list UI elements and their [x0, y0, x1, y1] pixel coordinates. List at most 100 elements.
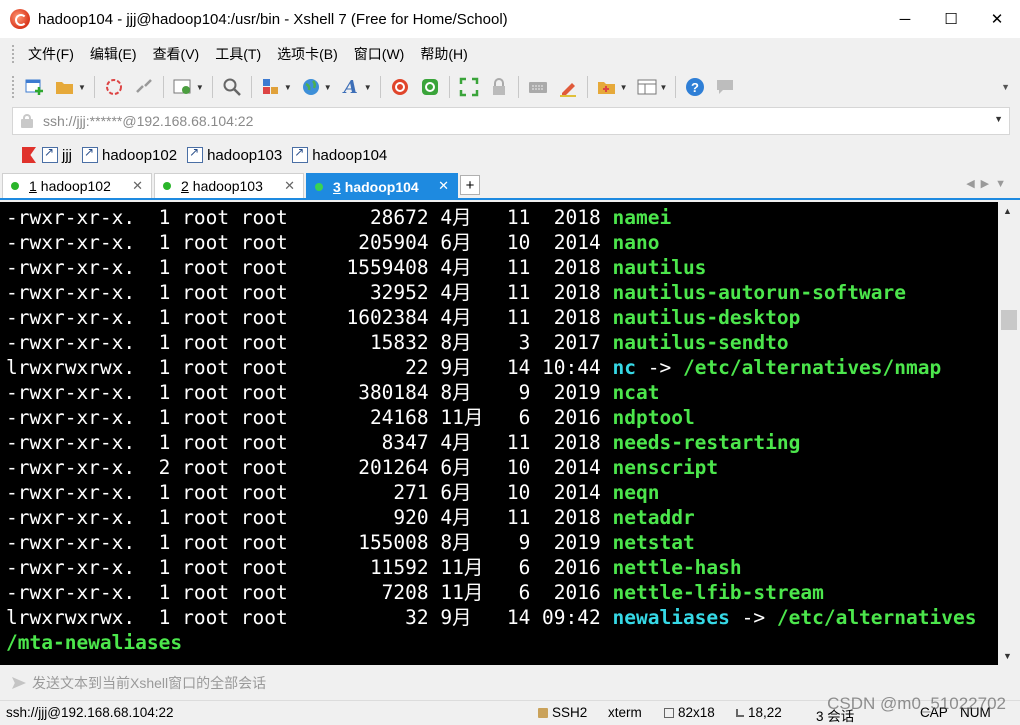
tab-number: 1	[29, 178, 37, 194]
scroll-up-icon[interactable]: ▲	[1003, 206, 1012, 216]
links-bar: jjj hadoop102 hadoop103 hadoop104	[12, 140, 397, 170]
tab-number: 3	[333, 179, 341, 195]
address-dropdown-icon[interactable]: ▼	[994, 114, 1003, 124]
tab-bar: 1 hadoop102 ✕ 2 hadoop103 ✕ 3 hadoop104 …	[0, 173, 1020, 200]
globe-dropdown-icon[interactable]: ▼	[324, 83, 332, 92]
tab-label: hadoop102	[40, 178, 111, 194]
terminal-line: -rwxr-xr-x. 1 root root 920 4月 11 2018 n…	[6, 505, 695, 530]
highlight-icon[interactable]	[557, 76, 579, 98]
file-meta: -rwxr-xr-x. 1 root root 1602384 4月 11 20…	[6, 306, 613, 329]
status-protocol-text: SSH2	[552, 705, 588, 720]
menu-tools[interactable]: 工具(T)	[207, 44, 269, 64]
tab-hadoop103[interactable]: 2 hadoop103 ✕	[154, 173, 304, 198]
keyboard-icon[interactable]	[527, 76, 549, 98]
link-jjj[interactable]: jjj	[42, 145, 72, 164]
file-name: ncat	[612, 381, 660, 404]
menu-window[interactable]: 窗口(W)	[346, 44, 413, 64]
file-meta: -rwxr-xr-x. 1 root root 155008 8月 9 2019	[6, 531, 613, 554]
address-bar[interactable]: ssh://jjj:******@192.168.68.104:22 ▼	[12, 107, 1010, 135]
terminal-line: -rwxr-xr-x. 1 root root 7208 11月 6 2016 …	[6, 580, 824, 605]
file-name: nautilus-desktop	[612, 306, 801, 329]
scroll-thumb[interactable]	[1001, 310, 1017, 330]
font-dropdown-icon[interactable]: ▼	[364, 83, 372, 92]
xftp-icon[interactable]	[419, 76, 441, 98]
status-size-text: 82x18	[678, 705, 715, 720]
symlink-target: /etc/alternatives	[776, 606, 977, 629]
toolbar-grip	[12, 76, 16, 98]
status-terminal-type: xterm	[608, 705, 642, 720]
tab-close-icon[interactable]: ✕	[284, 178, 295, 194]
reconnect-icon[interactable]	[103, 76, 125, 98]
terminal-scrollbar[interactable]: ▲ ▼	[998, 202, 1020, 665]
disconnect-icon[interactable]	[133, 76, 155, 98]
address-input[interactable]: ssh://jjj:******@192.168.68.104:22	[43, 113, 253, 129]
watermark: CSDN @m0_51022702	[827, 694, 1006, 713]
layout-dropdown-icon[interactable]: ▼	[660, 83, 668, 92]
size-icon	[664, 707, 674, 718]
folder-dropdown-icon[interactable]: ▼	[620, 83, 628, 92]
tab-nav-icon[interactable]: ◀▶▼	[966, 177, 1012, 190]
terminal-line: -rwxr-xr-x. 1 root root 32952 4月 11 2018…	[6, 280, 906, 305]
transfer-icon[interactable]	[260, 76, 282, 98]
shortcut-icon	[42, 145, 58, 163]
tab-hadoop102[interactable]: 1 hadoop102 ✕	[2, 173, 152, 198]
new-tab-button[interactable]: +	[460, 175, 480, 195]
file-name: nautilus-sendto	[612, 331, 789, 354]
menu-help[interactable]: 帮助(H)	[412, 44, 475, 64]
close-button[interactable]: ✕	[974, 0, 1020, 38]
properties-dropdown-icon[interactable]: ▼	[196, 83, 204, 92]
status-cursor: 18,22	[736, 705, 782, 720]
svg-text:?: ?	[691, 80, 699, 95]
symlink-target: /etc/alternatives/nmap	[682, 356, 942, 379]
menu-view[interactable]: 查看(V)	[145, 44, 208, 64]
tab-hadoop104[interactable]: 3 hadoop104 ✕	[306, 173, 458, 200]
scroll-down-icon[interactable]: ▼	[1003, 651, 1012, 661]
link-hadoop102[interactable]: hadoop102	[82, 145, 177, 164]
transfer-dropdown-icon[interactable]: ▼	[284, 83, 292, 92]
search-icon[interactable]	[221, 76, 243, 98]
file-meta: -rwxr-xr-x. 2 root root 201264 6月 10 201…	[6, 456, 613, 479]
terminal[interactable]: -rwxr-xr-x. 1 root root 28672 4月 11 2018…	[0, 202, 998, 665]
menu-tab[interactable]: 选项卡(B)	[269, 44, 346, 64]
file-name: nettle-hash	[612, 556, 742, 579]
link-hadoop103[interactable]: hadoop103	[187, 145, 282, 164]
status-dot-icon	[11, 182, 19, 190]
toolbar-overflow-icon[interactable]: ▼	[1001, 82, 1010, 92]
menu-edit[interactable]: 编辑(E)	[82, 44, 145, 64]
links-bookmark-icon[interactable]	[22, 147, 36, 163]
shortcut-icon	[187, 145, 204, 163]
menu-file[interactable]: 文件(F)	[20, 44, 82, 64]
file-name: namei	[612, 206, 672, 229]
minimize-button[interactable]: ─	[882, 0, 928, 38]
lock-icon[interactable]	[488, 76, 510, 98]
fullscreen-icon[interactable]	[458, 76, 480, 98]
terminal-line: -rwxr-xr-x. 1 root root 24168 11月 6 2016…	[6, 405, 695, 430]
globe-icon[interactable]	[300, 76, 322, 98]
file-meta: lrwxrwxrwx. 1 root root 22 9月 14 10:44	[6, 356, 613, 379]
terminal-line: -rwxr-xr-x. 1 root root 15832 8月 3 2017 …	[6, 330, 789, 355]
shortcut-icon	[292, 145, 309, 163]
font-icon[interactable]: A	[340, 76, 362, 98]
xshell-icon[interactable]	[389, 76, 411, 98]
new-folder-icon[interactable]	[596, 76, 618, 98]
open-dropdown-icon[interactable]: ▼	[78, 83, 86, 92]
tab-close-icon[interactable]: ✕	[438, 178, 449, 194]
link-hadoop104[interactable]: hadoop104	[292, 145, 387, 164]
terminal-line: -rwxr-xr-x. 1 root root 1602384 4月 11 20…	[6, 305, 800, 330]
layout-icon[interactable]	[636, 76, 658, 98]
open-folder-icon[interactable]	[54, 76, 76, 98]
compose-bar[interactable]: 发送文本到当前Xshell窗口的全部会话	[0, 670, 1020, 696]
terminal-line: -rwxr-xr-x. 2 root root 201264 6月 10 201…	[6, 455, 718, 480]
chat-icon[interactable]	[714, 76, 736, 98]
terminal-line: -rwxr-xr-x. 1 root root 11592 11月 6 2016…	[6, 555, 742, 580]
terminal-line: -rwxr-xr-x. 1 root root 8347 4月 11 2018 …	[6, 430, 800, 455]
tab-close-icon[interactable]: ✕	[132, 178, 143, 194]
file-name: nenscript	[612, 456, 719, 479]
properties-icon[interactable]	[172, 76, 194, 98]
help-icon[interactable]: ?	[684, 76, 706, 98]
window-title: hadoop104 - jjj@hadoop104:/usr/bin - Xsh…	[38, 10, 508, 28]
terminal-line: -rwxr-xr-x. 1 root root 28672 4月 11 2018…	[6, 205, 671, 230]
new-session-icon[interactable]	[24, 76, 46, 98]
maximize-button[interactable]: ☐	[928, 0, 974, 38]
compose-input[interactable]: 发送文本到当前Xshell窗口的全部会话	[32, 673, 266, 693]
